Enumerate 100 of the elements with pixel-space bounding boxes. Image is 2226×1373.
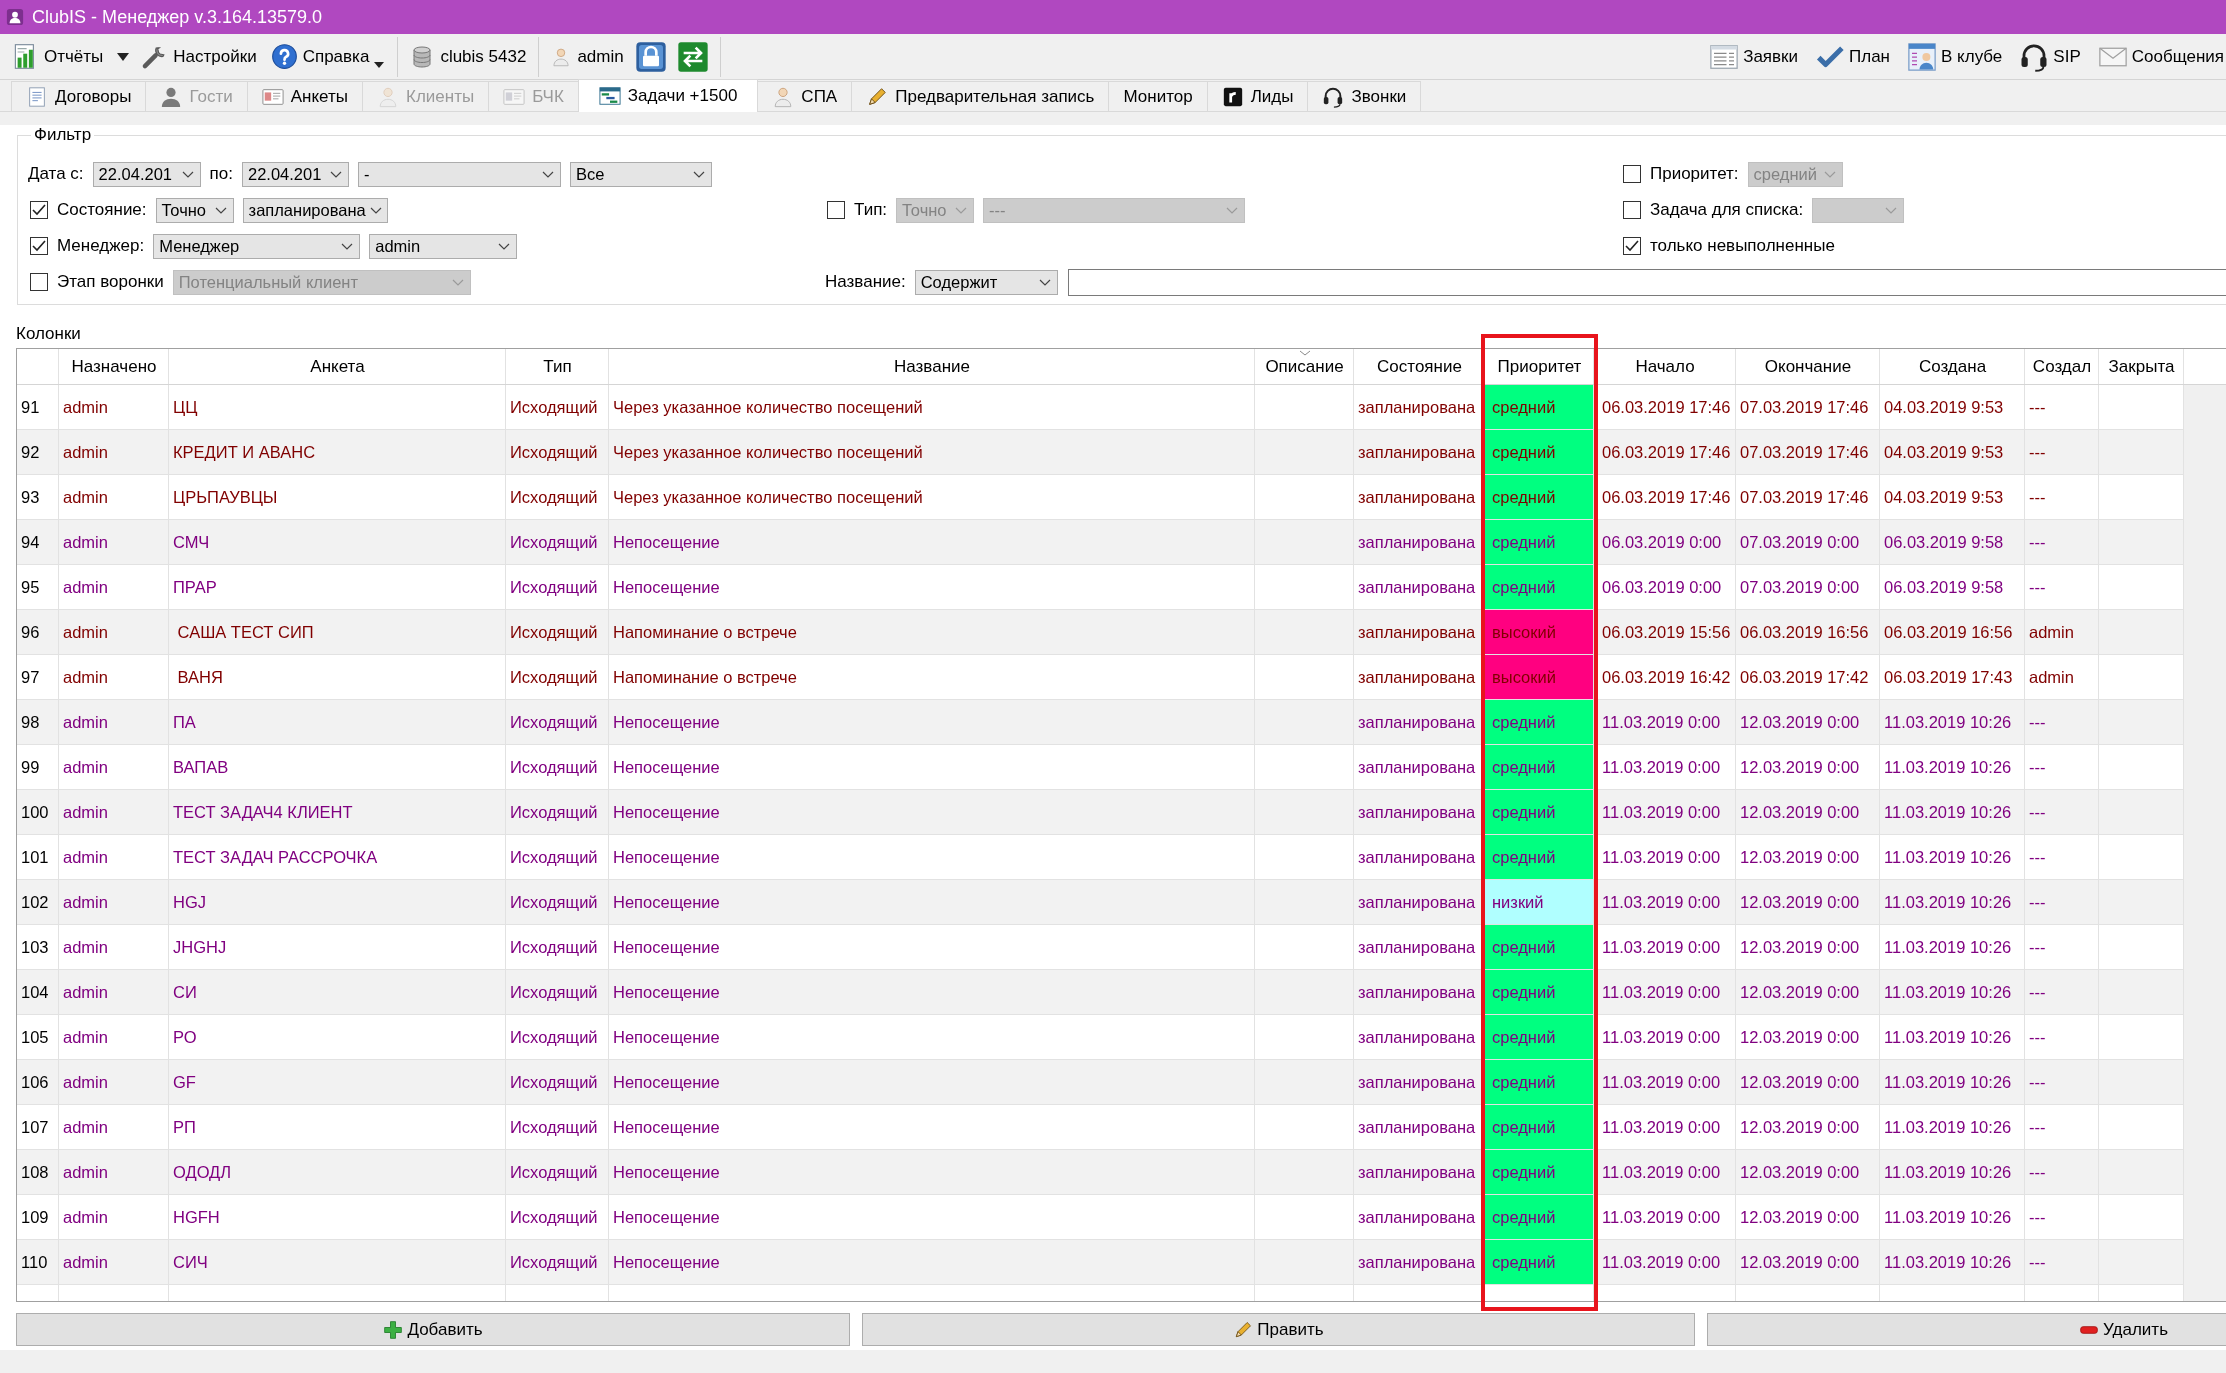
table-cell-text: запланирована [1357, 1251, 1477, 1273]
table-row[interactable]: 106 admin GF Исходящий Непосещение запланирована средний 11.03.2019 0:00 12.03.2019 0:00 11.03.2019 10:26 --- [17, 1060, 2184, 1105]
action-button[interactable]: Удалить [1707, 1313, 2226, 1346]
table-row[interactable]: 108 admin ОДОДЛ Исходящий Непосещение запланирована средний 11.03.2019 0:00 12.03.2019 0:00 11.03.2019 10:26 --- [17, 1150, 2184, 1195]
caret-icon[interactable] [116, 51, 131, 62]
column-header[interactable]: Тип [506, 349, 609, 384]
table-cell-text: 07.03.2019 17:46 [1739, 486, 1870, 508]
table-cell-text: 06.03.2019 9:58 [1883, 576, 2005, 598]
dropdown[interactable]: Содержит [914, 269, 1058, 295]
checkbox[interactable] [30, 237, 48, 255]
table-cell-text: 11.03.2019 10:26 [1883, 801, 2013, 823]
row-number: 96 [20, 621, 41, 643]
person-icon [160, 85, 183, 108]
column-header[interactable]: Создал [2025, 349, 2099, 384]
chevron-icon [214, 206, 227, 214]
table-row[interactable]: 97 admin ВАНЯ Исходящий Напоминание о встрече запланирована высокий 06.03.2019 16:42 06.03.2019 17:42 06.03.2019 17:43 admin [17, 655, 2184, 700]
table-cell-text: Напоминание о встрече [612, 621, 798, 643]
checkbox-label: Тип: [854, 200, 888, 220]
table-cell-text: 12.03.2019 0:00 [1739, 711, 1861, 733]
action-button[interactable]: Добавить [16, 1313, 850, 1346]
tab[interactable]: Договоры [11, 81, 147, 111]
table-cell-text: 07.03.2019 0:00 [1739, 531, 1861, 553]
menu-button[interactable]: Справка [265, 40, 390, 73]
toolbar-button[interactable]: SIP [2016, 38, 2083, 75]
table-row[interactable]: 96 admin САША ТЕСТ СИП Исходящий Напоминание о встрече запланирована высокий 06.03.2019 15:56 06.03.2019 16:56 06.03.2019 16:56 admin [17, 610, 2184, 655]
table-cell-text: 11.03.2019 10:26 [1883, 756, 2013, 778]
column-header[interactable]: Начало [1594, 349, 1736, 384]
dropdown[interactable]: admin [369, 233, 518, 259]
column-header[interactable]: Назначено [59, 349, 169, 384]
toolbar-button[interactable]: Сообщения [2094, 38, 2226, 75]
checkbox[interactable] [1623, 201, 1641, 219]
column-header[interactable]: Описание [1255, 349, 1354, 384]
table-cell-text: HGFH [172, 1206, 221, 1228]
priority-cell: высокий [1485, 655, 1593, 699]
table-row[interactable]: 105 admin РО Исходящий Непосещение запланирована средний 11.03.2019 0:00 12.03.2019 0:00 11.03.2019 10:26 --- [17, 1015, 2184, 1060]
dropdown[interactable]: Менеджер [153, 233, 361, 259]
lock-icon[interactable] [634, 40, 667, 73]
table-row[interactable]: 91 admin ЦЦ Исходящий Через указанное количество посещений запланирована средний 06.03.2019 17:46 07.03.2019 17:46 04.03.2019 9:53 --- [17, 385, 2184, 430]
dropdown[interactable]: 22.04.201 [242, 161, 349, 187]
table-row[interactable]: 102 admin HGJ Исходящий Непосещение запланирована низкий 11.03.2019 0:00 12.03.2019 0:00 11.03.2019 10:26 --- [17, 880, 2184, 925]
table-cell-text: --- [2028, 1071, 2047, 1093]
checkbox[interactable] [1623, 237, 1641, 255]
row-number: 91 [20, 396, 41, 418]
table-row[interactable]: 94 admin СМЧ Исходящий Непосещение запланирована средний 06.03.2019 0:00 07.03.2019 0:00 06.03.2019 9:58 --- [17, 520, 2184, 565]
priority-cell: средний [1485, 520, 1593, 564]
tab[interactable]: СПА [757, 81, 853, 111]
table-row[interactable]: 101 admin ТЕСТ ЗАДАЧ РАССРОЧКА Исходящий Непосещение запланирована средний 11.03.2019 0:00 12.03.2019 0:00 11.03.2019 10:26 --- [17, 835, 2184, 880]
checkbox[interactable] [827, 201, 845, 219]
toolbar-button[interactable]: В клубе [1904, 38, 2005, 75]
table-row[interactable]: 98 admin ПА Исходящий Непосещение запланирована средний 11.03.2019 0:00 12.03.2019 0:00 11.03.2019 10:26 --- [17, 700, 2184, 745]
dropdown[interactable]: Точно [155, 197, 234, 223]
column-header[interactable]: Приоритет [1485, 349, 1594, 384]
field-label: Название: [825, 272, 906, 292]
table-row[interactable]: 107 admin РП Исходящий Непосещение запланирована средний 11.03.2019 0:00 12.03.2019 0:00 11.03.2019 10:26 --- [17, 1105, 2184, 1150]
table-row[interactable]: 99 admin ВАПАВ Исходящий Непосещение запланирована средний 11.03.2019 0:00 12.03.2019 0:00 11.03.2019 10:26 --- [17, 745, 2184, 790]
column-header[interactable]: Окончание [1736, 349, 1880, 384]
toolbar-button[interactable]: План [1812, 38, 1892, 75]
checkbox[interactable] [1623, 165, 1641, 183]
toolbar-button[interactable]: Заявки [1706, 38, 1801, 75]
table-cell-text: запланирована [1357, 441, 1477, 463]
priority-cell: средний [1485, 745, 1593, 789]
tab[interactable]: Задачи +1500 [577, 79, 759, 112]
table-row[interactable]: 109 admin HGFH Исходящий Непосещение запланирована средний 11.03.2019 0:00 12.03.2019 0:00 11.03.2019 10:26 --- [17, 1195, 2184, 1240]
table-cell-text: запланирована [1357, 891, 1477, 913]
table-cell-text: Непосещение [612, 1116, 721, 1138]
column-header[interactable]: Закрыта [2099, 349, 2184, 384]
field-label: по: [209, 164, 233, 184]
row-number: 100 [20, 801, 50, 823]
tab[interactable]: Звонки [1307, 81, 1422, 111]
table-row[interactable]: 103 admin JHGHJ Исходящий Непосещение запланирована средний 11.03.2019 0:00 12.03.2019 0:00 11.03.2019 10:26 --- [17, 925, 2184, 970]
column-header[interactable]: Название [609, 349, 1255, 384]
table-row[interactable]: 100 admin ТЕСТ ЗАДАЧ4 КЛИЕНТ Исходящий Непосещение запланирована средний 11.03.2019 0:00 12.03.2019 0:00 11.03.2019 10:26 --- [17, 790, 2184, 835]
table-row[interactable]: 104 admin СИ Исходящий Непосещение запланирована средний 11.03.2019 0:00 12.03.2019 0:00 11.03.2019 10:26 --- [17, 970, 2184, 1015]
table-cell-text: Исходящий [509, 711, 599, 733]
table-row[interactable]: 95 admin ПРАР Исходящий Непосещение запланирована средний 06.03.2019 0:00 07.03.2019 0:00 06.03.2019 9:58 --- [17, 565, 2184, 610]
table-cell-text: запланирована [1357, 756, 1477, 778]
dropdown[interactable]: Все [570, 161, 712, 187]
dropdown[interactable]: 22.04.201 [92, 161, 201, 187]
table-row[interactable]: 93 admin ЦРЬПАУВЦЫ Исходящий Через указанное количество посещений запланирована средний 06.03.2019 17:46 07.03.2019 17:46 04.03.2019 9:53 --- [17, 475, 2184, 520]
table-cell-text: 12.03.2019 0:00 [1739, 1071, 1861, 1093]
table-cell-text: --- [2028, 936, 2047, 958]
column-header[interactable]: Анкета [169, 349, 506, 384]
table-row[interactable]: 110 admin СИЧ Исходящий Непосещение запланирована средний 11.03.2019 0:00 12.03.2019 0:00 11.03.2019 10:26 --- [17, 1240, 2184, 1285]
table-cell-text: 11.03.2019 10:26 [1883, 846, 2013, 868]
dropdown[interactable]: запланирована [242, 197, 388, 223]
checkbox-label: только невыполненные [1650, 236, 1835, 256]
toolbar-button[interactable]: Настройки [136, 40, 262, 73]
action-button[interactable]: Править [862, 1313, 1695, 1346]
checkbox[interactable] [30, 273, 48, 291]
table-cell-text: РП [172, 1116, 197, 1138]
table-row[interactable]: 92 admin КРЕДИТ И АВАНС Исходящий Через указанное количество посещений запланирована средний 06.03.2019 17:46 07.03.2019 17:46 04.03.2019 9:53 --- [17, 430, 2184, 475]
toolbar-button[interactable]: Отчёты [7, 40, 109, 73]
column-header[interactable]: Состояние [1354, 349, 1485, 384]
arrows-icon[interactable] [676, 40, 709, 73]
text-field[interactable] [1067, 268, 2226, 296]
table-cell-text: admin [62, 531, 109, 553]
dropdown[interactable]: - [358, 161, 561, 187]
checkbox[interactable] [30, 201, 48, 219]
table-cell-text: 12.03.2019 0:00 [1739, 1251, 1861, 1273]
column-header[interactable]: Создана [1880, 349, 2025, 384]
